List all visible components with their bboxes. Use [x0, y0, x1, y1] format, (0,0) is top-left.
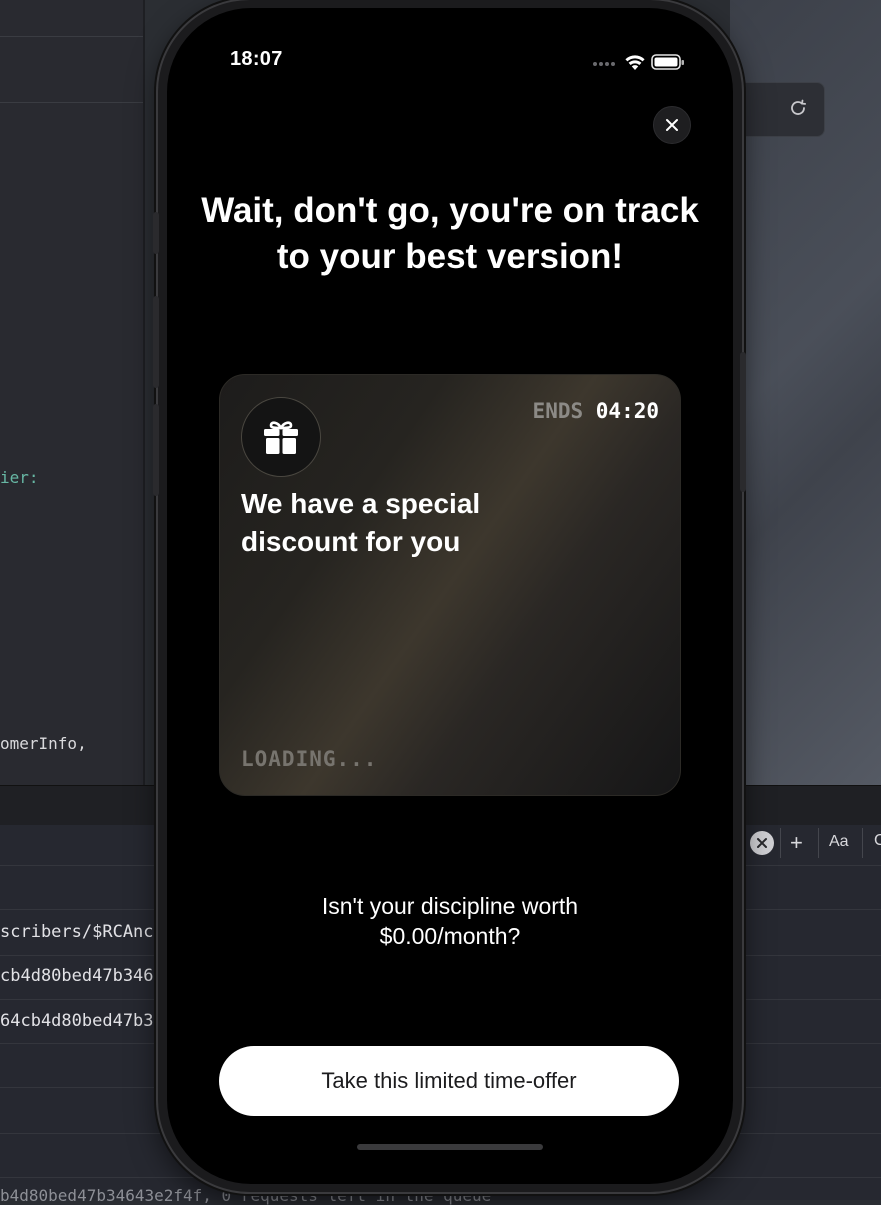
card-title: We have a special discount for you [241, 488, 481, 557]
status-time: 18:07 [230, 48, 283, 70]
battery-icon [651, 54, 684, 70]
console-line: cb4d80bed47b346 [0, 966, 154, 986]
phone-screen: 18:07 Wait, don't go, you're on track to… [167, 8, 733, 1184]
price-question: Isn't your discipline worth $0.00/month? [321, 893, 579, 949]
mute-switch [153, 212, 159, 254]
countdown-timer: 04:20 [595, 399, 659, 423]
countdown: ENDS 04:20 [533, 399, 659, 423]
console-line: 64cb4d80bed47b3 [0, 1011, 154, 1031]
limited-offer-button[interactable]: Take this limited time-offer [219, 1046, 679, 1116]
ide-editor-pane [0, 0, 145, 790]
code-line: omerInfo, [0, 734, 87, 753]
wifi-icon [625, 55, 645, 70]
close-button[interactable] [653, 106, 691, 144]
refresh-icon[interactable] [786, 96, 810, 120]
gift-icon [264, 421, 298, 454]
volume-up-button [153, 296, 159, 388]
font-size-button[interactable]: Aa [829, 833, 849, 851]
close-icon [666, 119, 678, 131]
signal-icon [593, 62, 615, 66]
status-icons [593, 54, 684, 70]
gift-badge [241, 397, 321, 477]
loading-text: LOADING... [241, 747, 378, 771]
add-button[interactable]: + [790, 830, 803, 856]
ide-divider [143, 0, 145, 790]
volume-down-button [153, 404, 159, 496]
side-button [740, 352, 746, 492]
toolbar-item[interactable]: C [874, 832, 881, 850]
code-line: ier: [0, 468, 39, 487]
paywall-headline: Wait, don't go, you're on track to your … [201, 191, 699, 276]
clear-icon[interactable] [750, 831, 774, 855]
console-line: scribers/$RCAnc [0, 922, 154, 942]
home-indicator[interactable] [357, 1144, 543, 1150]
discount-offer-card: ENDS 04:20 We have a special discount fo… [219, 374, 681, 796]
ends-label: ENDS [532, 399, 584, 423]
